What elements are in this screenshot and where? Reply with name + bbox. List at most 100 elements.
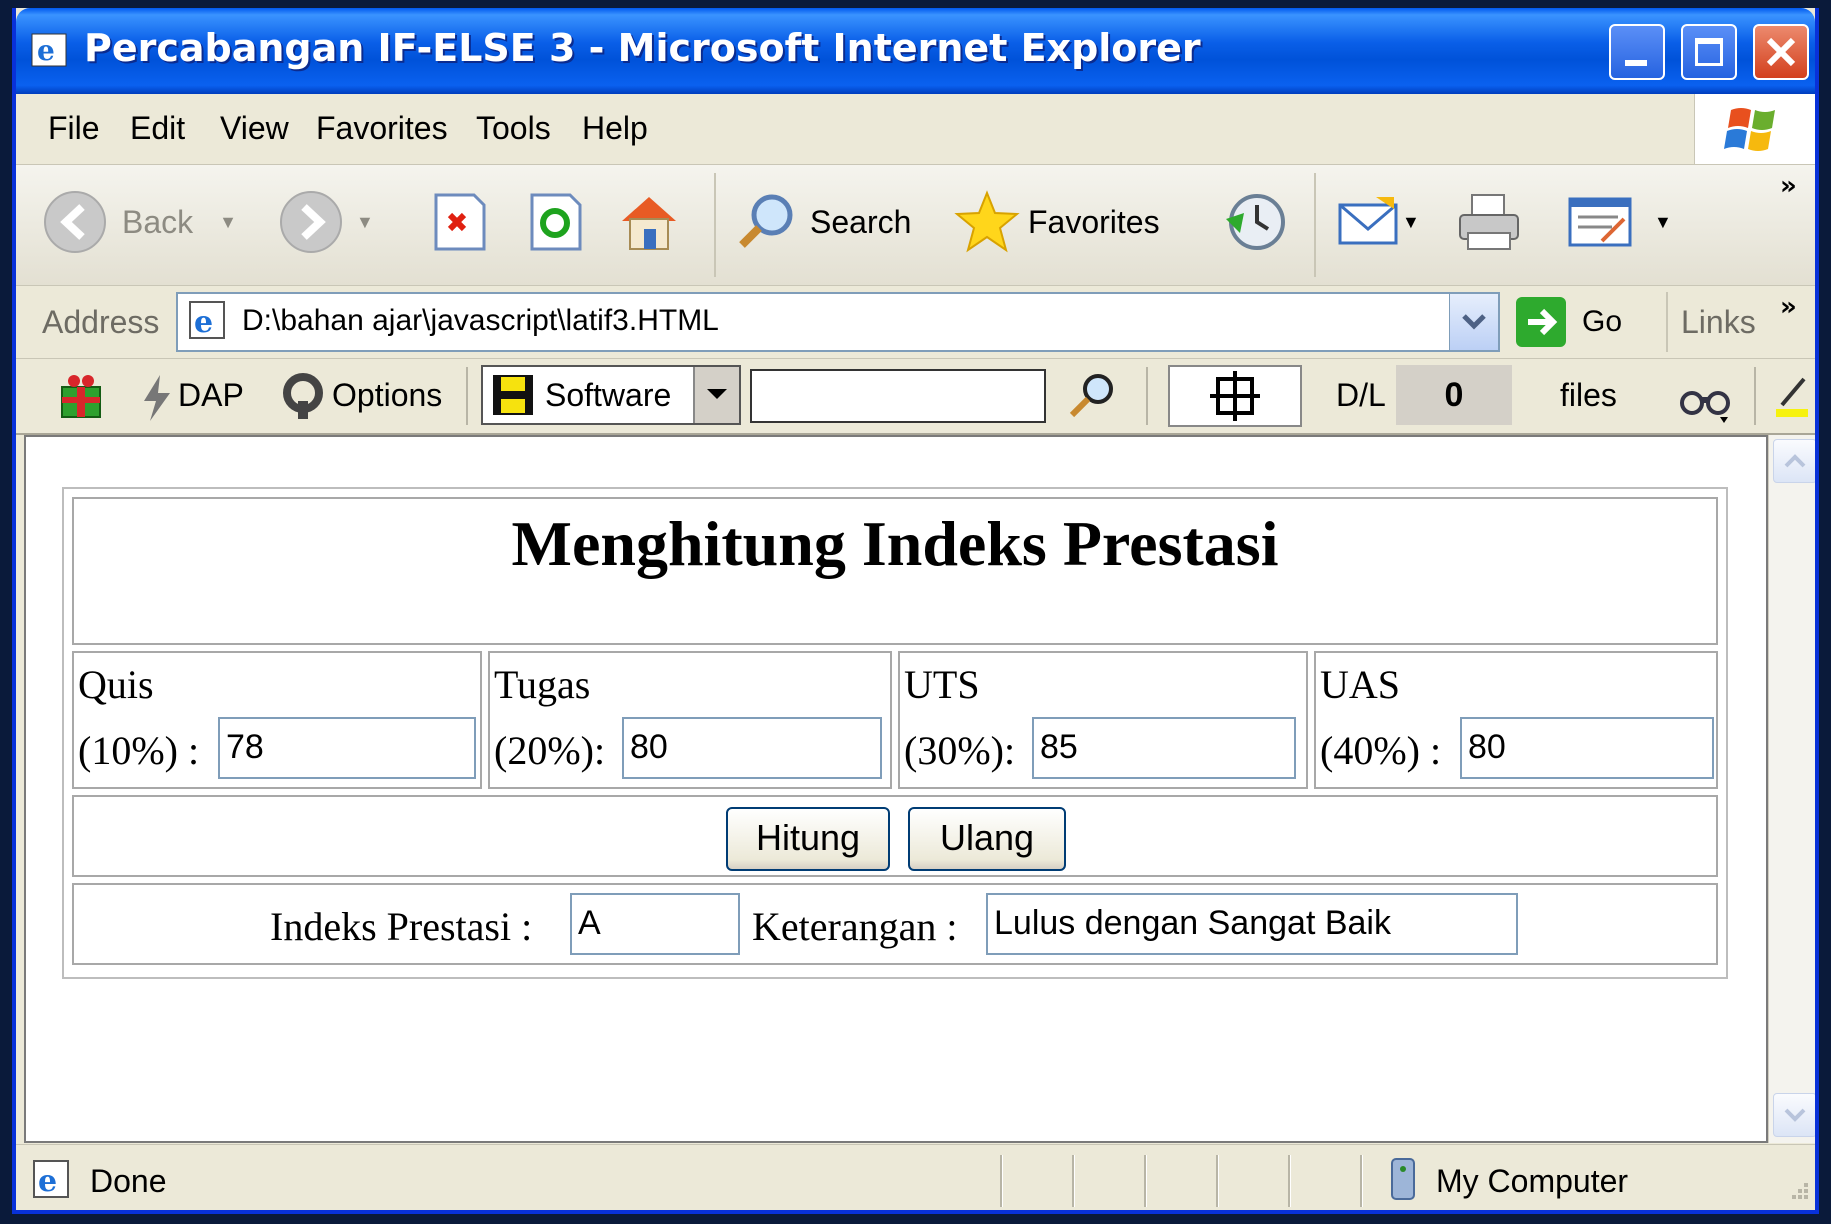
status-text: Done	[90, 1163, 167, 1199]
go-label: Go	[1582, 305, 1623, 338]
quis-cell: Quis (10%) : 78	[72, 651, 482, 789]
edit-dropdown-icon[interactable]: ▼	[1654, 212, 1672, 233]
keterangan-output[interactable]: Lulus dengan Sangat Baik	[986, 893, 1518, 955]
title-cell: Menghitung Indeks Prestasi	[72, 497, 1718, 645]
keterangan-label: Keterangan :	[752, 904, 958, 949]
uts-input[interactable]: 85	[1032, 717, 1296, 779]
mail-button[interactable]: ▼	[1336, 187, 1420, 257]
vertical-scrollbar[interactable]	[1768, 435, 1815, 1143]
tugas-label: Tugas	[494, 662, 591, 707]
forward-arrow-icon	[280, 191, 342, 253]
menu-view[interactable]: View	[220, 110, 289, 147]
quis-weight-label: (10%) :	[78, 728, 200, 773]
go-arrow-icon	[1516, 297, 1566, 347]
resize-grip-icon[interactable]	[1778, 1177, 1812, 1211]
dl-label: D/L	[1336, 377, 1386, 413]
gift-icon[interactable]	[56, 371, 106, 421]
forward-dropdown-icon[interactable]: ▼	[356, 212, 374, 233]
category-dropdown-button[interactable]	[693, 367, 739, 423]
scroll-up-button[interactable]	[1773, 439, 1815, 483]
ip-output[interactable]: A	[570, 893, 740, 955]
address-label: Address	[42, 304, 160, 340]
hitung-button[interactable]: Hitung	[726, 807, 890, 871]
browser-window: e Percabangan IF-ELSE 3 - Microsoft Inte…	[12, 8, 1819, 1214]
menu-file[interactable]: File	[48, 110, 100, 147]
favorites-button[interactable]: Favorites	[954, 187, 1160, 257]
search-button[interactable]: Search	[734, 187, 911, 257]
back-arrow-icon	[44, 191, 106, 253]
form-table: Menghitung Indeks Prestasi Quis (10%) : …	[62, 487, 1728, 979]
toolbar-overflow-icon[interactable]: »	[1780, 171, 1797, 201]
windows-flag-icon	[1724, 108, 1775, 151]
result-cell: Indeks Prestasi : A Keterangan : Lulus d…	[72, 883, 1718, 965]
window-title: Percabangan IF-ELSE 3 - Microsoft Intern…	[84, 26, 1201, 70]
status-separator	[1144, 1155, 1147, 1207]
maximize-button[interactable]	[1681, 24, 1737, 80]
stop-button[interactable]	[426, 187, 492, 257]
edit-page-icon	[1568, 197, 1632, 247]
edit-button[interactable]: ▼	[1568, 187, 1672, 257]
tugas-input[interactable]: 80	[622, 717, 882, 779]
toolbar-separator	[466, 367, 468, 425]
address-bar: Address e D:\bahan ajar\javascript\latif…	[16, 286, 1815, 359]
download-toolbar: DAP Options Software D/L 0 files	[16, 359, 1815, 435]
address-separator	[1666, 292, 1668, 352]
magnifier-icon[interactable]	[1066, 369, 1118, 421]
crosshair-icon	[1210, 371, 1260, 421]
go-button[interactable]: Go	[1514, 292, 1622, 352]
uas-input[interactable]: 80	[1460, 717, 1714, 779]
category-value: Software	[545, 377, 672, 413]
ie-icon: e	[31, 33, 67, 67]
binoculars-icon[interactable]	[1678, 373, 1734, 423]
toolbar-separator	[1146, 367, 1148, 425]
back-dropdown-icon[interactable]: ▼	[219, 212, 237, 233]
menu-tools[interactable]: Tools	[476, 110, 551, 147]
status-separator	[1000, 1155, 1003, 1207]
ulang-button[interactable]: Ulang	[908, 807, 1066, 871]
chevron-up-icon	[1784, 454, 1806, 468]
back-button[interactable]: Back ▼	[42, 187, 237, 257]
toolbar-separator	[714, 173, 716, 277]
refresh-icon	[530, 193, 582, 251]
home-button[interactable]	[616, 187, 682, 257]
page-ie-icon: e	[189, 301, 225, 340]
zone-text: My Computer	[1436, 1163, 1629, 1199]
menu-edit[interactable]: Edit	[130, 110, 185, 147]
page-done-icon: e	[33, 1160, 69, 1199]
printer-icon	[1459, 194, 1519, 250]
quis-input[interactable]: 78	[218, 717, 476, 779]
chevron-down-icon	[1784, 1108, 1806, 1122]
address-dropdown-button[interactable]	[1449, 294, 1498, 350]
uts-cell: UTS (30%): 85	[898, 651, 1308, 789]
links-button[interactable]: Links	[1681, 304, 1756, 341]
close-icon	[1766, 37, 1796, 67]
toolbar-separator	[1314, 173, 1316, 277]
status-separator	[1288, 1155, 1291, 1207]
lightning-icon	[144, 375, 170, 421]
refresh-button[interactable]	[522, 187, 588, 257]
close-button[interactable]	[1753, 24, 1809, 80]
menu-favorites[interactable]: Favorites	[316, 110, 448, 147]
scroll-down-button[interactable]	[1773, 1093, 1815, 1137]
favorites-label: Favorites	[1028, 203, 1160, 240]
title-bar[interactable]: e Percabangan IF-ELSE 3 - Microsoft Inte…	[16, 8, 1815, 94]
category-select[interactable]: Software	[481, 365, 741, 425]
dap-button[interactable]: DAP	[178, 377, 244, 414]
forward-button[interactable]: ▼	[278, 187, 374, 257]
standard-toolbar: Back ▼ ▼ Search Favorites ▼ ▼ »	[16, 165, 1815, 286]
minimize-icon	[1625, 60, 1647, 66]
links-overflow-icon[interactable]: »	[1780, 292, 1797, 322]
uts-weight-label: (30%):	[904, 728, 1016, 773]
mail-dropdown-icon[interactable]: ▼	[1402, 212, 1420, 233]
address-input[interactable]: e D:\bahan ajar\javascript\latif3.HTML	[176, 292, 1500, 352]
target-button[interactable]	[1168, 365, 1302, 427]
menu-help[interactable]: Help	[582, 110, 648, 147]
uas-label: UAS	[1320, 662, 1401, 707]
toolbar-search-input[interactable]	[750, 369, 1046, 423]
options-button[interactable]: Options	[332, 377, 442, 414]
print-button[interactable]	[1456, 187, 1522, 257]
home-icon	[622, 197, 676, 250]
history-button[interactable]	[1222, 187, 1288, 257]
minimize-button[interactable]	[1609, 24, 1665, 80]
highlighter-icon[interactable]	[1772, 371, 1812, 421]
